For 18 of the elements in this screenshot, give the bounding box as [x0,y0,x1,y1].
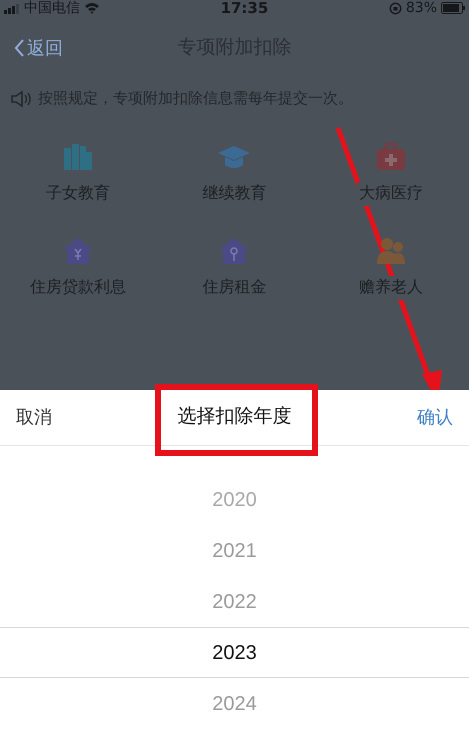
wifi-icon [84,2,100,14]
battery-percent: 83% [406,1,437,15]
sheet-title: 选择扣除年度 [178,405,292,430]
battery-icon [441,2,465,14]
speaker-icon [10,90,32,108]
rotation-lock-icon [388,2,402,14]
year-option[interactable]: 2020 [212,484,257,514]
carrier-name: 中国电信 [24,1,80,15]
year-option[interactable]: 2022 [212,586,257,616]
back-button[interactable]: 返回 [14,34,63,62]
clock-time: 17:35 [220,0,268,16]
signal-icon [4,2,20,14]
chevron-left-icon [14,39,25,57]
year-option[interactable]: 2024 [212,688,257,718]
year-option[interactable]: 2023 [212,638,257,668]
year-option[interactable]: 2021 [212,536,257,566]
cancel-button[interactable]: 取消 [16,404,52,431]
confirm-button[interactable]: 确认 [417,404,453,431]
